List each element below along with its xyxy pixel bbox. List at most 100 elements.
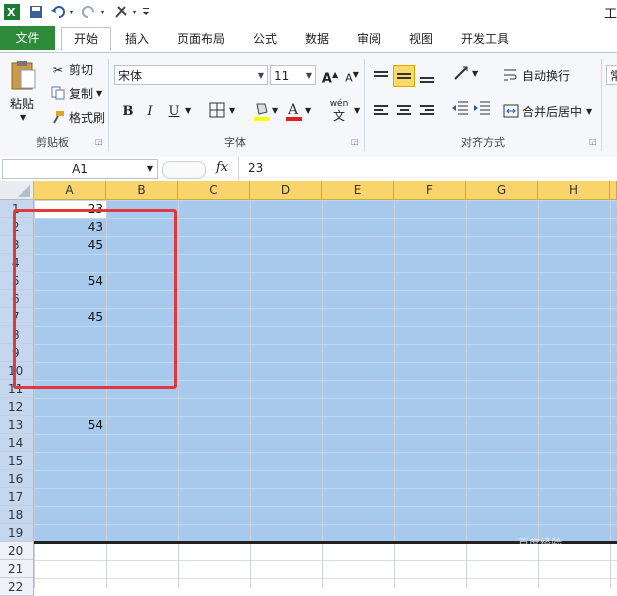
- row-header-19[interactable]: 19: [0, 524, 34, 542]
- worksheet-grid[interactable]: ABCDEFGH 1 2 3 4 5 6 7 8 9 10 11 12 13 14 15 16 17 18 19 20…: [0, 181, 617, 596]
- bold-button[interactable]: B: [118, 102, 138, 122]
- align-left-button[interactable]: [370, 99, 392, 121]
- tab-home[interactable]: 开始: [61, 27, 111, 51]
- tab-review[interactable]: 审阅: [348, 28, 390, 50]
- cell-a13[interactable]: 54: [34, 416, 106, 434]
- font-name-select[interactable]: 宋体 ▼: [114, 65, 268, 85]
- formula-divider: [238, 157, 239, 181]
- select-all-corner[interactable]: [0, 181, 34, 200]
- shrink-font-button[interactable]: A▼: [342, 65, 362, 85]
- row-header-20[interactable]: 20: [0, 542, 34, 560]
- tab-formulas[interactable]: 公式: [246, 28, 284, 50]
- increase-indent-icon: [474, 101, 490, 115]
- highlight-box: [13, 209, 177, 389]
- font-color-dropdown-icon[interactable]: ▼: [305, 106, 311, 115]
- borders-icon: [209, 102, 225, 118]
- paste-icon[interactable]: [8, 59, 38, 95]
- save-icon[interactable]: [27, 3, 45, 21]
- align-center-button[interactable]: [393, 99, 415, 121]
- column-header-f[interactable]: F: [394, 181, 466, 200]
- redo-icon[interactable]: [80, 3, 108, 21]
- tab-view[interactable]: 视图: [400, 28, 442, 50]
- tab-insert[interactable]: 插入: [116, 28, 158, 50]
- ribbon-tabs: 文件 开始 插入 页面布局 公式 数据 审阅 视图 开发工具: [0, 24, 617, 52]
- cut-button[interactable]: ✂ 剪切: [50, 61, 93, 78]
- align-bottom-button[interactable]: [416, 67, 438, 89]
- font-launcher-icon[interactable]: ◲: [351, 137, 359, 146]
- italic-button[interactable]: I: [140, 102, 160, 122]
- row-header-13[interactable]: 13: [0, 416, 34, 434]
- watermark: 百度经验: [518, 537, 562, 550]
- copy-dropdown-icon[interactable]: ▼: [96, 89, 102, 98]
- group-divider: [364, 59, 365, 151]
- row-header-18[interactable]: 18: [0, 506, 34, 524]
- formula-bar-grip[interactable]: [162, 161, 206, 179]
- merge-dropdown-icon[interactable]: ▼: [586, 107, 592, 116]
- fill-bucket-icon: [254, 103, 270, 121]
- phonetic-button[interactable]: wén 文: [326, 98, 352, 124]
- font-color-button[interactable]: A: [284, 100, 304, 124]
- undo-icon[interactable]: [49, 3, 77, 21]
- name-box[interactable]: A1 ▼: [2, 159, 158, 179]
- paste-dropdown-icon[interactable]: ▼: [20, 113, 26, 122]
- increase-indent-button[interactable]: [472, 100, 492, 120]
- row-header-21[interactable]: 21: [0, 560, 34, 578]
- fill-color-dropdown-icon[interactable]: ▼: [272, 106, 278, 115]
- grow-font-button[interactable]: A▲: [320, 65, 340, 86]
- copy-button[interactable]: 复制 ▼: [50, 85, 102, 102]
- text-orientation-icon: [454, 66, 468, 80]
- formula-input[interactable]: 23: [248, 161, 263, 175]
- column-header-h[interactable]: H: [538, 181, 610, 200]
- orientation-dropdown-icon[interactable]: ▼: [472, 69, 478, 78]
- merge-center-button[interactable]: 合并后居中 ▼: [503, 103, 592, 120]
- column-header-b[interactable]: B: [106, 181, 178, 200]
- row-header-14[interactable]: 14: [0, 434, 34, 452]
- row-header-22[interactable]: 22: [0, 578, 34, 596]
- fill-color-button[interactable]: [252, 100, 272, 124]
- underline-dropdown-icon[interactable]: ▼: [185, 106, 191, 115]
- orientation-button[interactable]: [450, 65, 474, 85]
- tab-developer[interactable]: 开发工具: [452, 28, 518, 50]
- chevron-down-icon[interactable]: ▼: [147, 160, 153, 178]
- group-divider: [108, 59, 109, 151]
- column-header-g[interactable]: G: [466, 181, 538, 200]
- borders-dropdown-icon[interactable]: ▼: [229, 106, 235, 115]
- align-middle-button[interactable]: [393, 65, 415, 87]
- insert-function-button[interactable]: fx: [216, 160, 228, 175]
- tab-data[interactable]: 数据: [296, 28, 338, 50]
- format-painter-button[interactable]: 格式刷: [50, 109, 105, 126]
- column-header-e[interactable]: E: [322, 181, 394, 200]
- alignment-launcher-icon[interactable]: ◲: [589, 137, 597, 146]
- font-size-select[interactable]: 11 ▼: [270, 65, 316, 85]
- column-header-d[interactable]: D: [250, 181, 322, 200]
- underline-button[interactable]: U: [164, 102, 184, 122]
- font-color-icon: A: [286, 102, 302, 121]
- paste-button[interactable]: 粘贴: [10, 95, 34, 112]
- alignment-group-label: 对齐方式: [461, 136, 505, 149]
- quick-access-dropdown-icon[interactable]: [141, 3, 151, 21]
- wrap-text-icon: [503, 68, 519, 84]
- number-format-select[interactable]: 常: [606, 65, 617, 85]
- row-header-12[interactable]: 12: [0, 398, 34, 416]
- decrease-indent-button[interactable]: [450, 100, 470, 120]
- row-header-15[interactable]: 15: [0, 452, 34, 470]
- borders-button[interactable]: [207, 102, 227, 122]
- group-divider: [601, 59, 602, 151]
- tab-page-layout[interactable]: 页面布局: [170, 28, 232, 50]
- window-title: 工: [604, 6, 617, 22]
- align-top-button[interactable]: [370, 65, 392, 87]
- row-header-17[interactable]: 17: [0, 488, 34, 506]
- format-painter-icon: [50, 110, 66, 126]
- column-header-partial[interactable]: [610, 181, 617, 200]
- tab-file[interactable]: 文件: [0, 26, 55, 50]
- scissors-icon: ✂: [52, 62, 64, 77]
- wrap-text-button[interactable]: 自动换行: [503, 67, 570, 84]
- clipboard-launcher-icon[interactable]: ◲: [95, 137, 103, 146]
- align-right-button[interactable]: [416, 99, 438, 121]
- column-header-c[interactable]: C: [178, 181, 250, 200]
- row-header-16[interactable]: 16: [0, 470, 34, 488]
- column-header-a[interactable]: A: [34, 181, 106, 200]
- phonetic-dropdown-icon[interactable]: ▼: [354, 106, 360, 115]
- merge-cells-icon: [503, 104, 519, 120]
- customize-tools-icon[interactable]: [112, 3, 140, 21]
